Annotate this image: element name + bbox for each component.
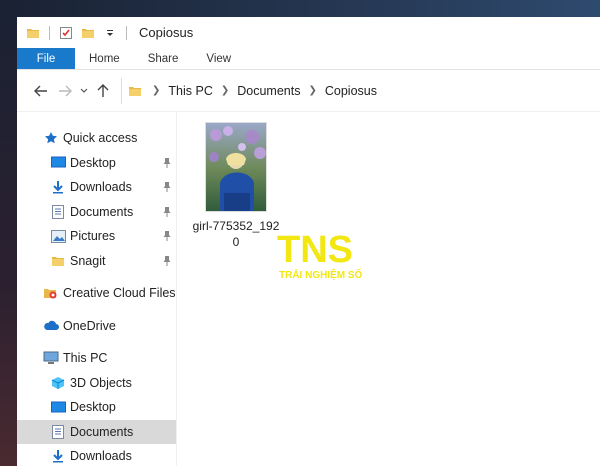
desktop-icon: [50, 399, 66, 415]
folder-icon[interactable]: [25, 25, 41, 41]
image-thumbnail: [205, 122, 267, 212]
sidebar-item-desktop[interactable]: Desktop: [17, 151, 176, 176]
folder-icon: [50, 253, 66, 269]
download-icon: [50, 179, 66, 195]
breadcrumb-copiosus[interactable]: Copiosus: [323, 84, 379, 98]
sidebar-item-pictures[interactable]: Pictures: [17, 224, 176, 249]
creative-cloud-folder-icon: [43, 285, 59, 301]
sidebar-item-this-pc[interactable]: This PC: [17, 346, 176, 371]
arrow-up-icon: [97, 83, 109, 97]
tab-home[interactable]: Home: [75, 48, 134, 69]
navigation-pane: Quick access Desktop Downloads Documents…: [17, 112, 177, 466]
computer-icon: [43, 350, 59, 366]
breadcrumb-this-pc[interactable]: This PC: [166, 84, 214, 98]
pin-icon[interactable]: [162, 206, 172, 218]
address-bar: ❯ This PC ❯ Documents ❯ Copiosus: [17, 70, 600, 112]
properties-icon[interactable]: [58, 25, 74, 41]
sidebar-item-label: This PC: [63, 351, 108, 366]
document-icon: [50, 424, 66, 440]
address-field[interactable]: ❯ This PC ❯ Documents ❯ Copiosus: [121, 77, 600, 104]
breadcrumb-chevron[interactable]: ❯: [215, 85, 235, 96]
pictures-icon: [50, 228, 66, 244]
sidebar-item-snagit[interactable]: Snagit: [17, 249, 176, 274]
title-separator: [49, 25, 50, 40]
title-bar: Copiosus: [17, 17, 600, 48]
cube-icon: [50, 375, 66, 391]
sidebar-item-label: Pictures: [70, 229, 116, 244]
arrow-left-icon: [34, 85, 47, 96]
pin-icon[interactable]: [162, 230, 172, 242]
star-icon: [43, 130, 59, 146]
new-folder-icon[interactable]: [80, 25, 96, 41]
sidebar-item-downloads[interactable]: Downloads: [17, 175, 176, 200]
file-list-area[interactable]: girl-775352_1920 TNS TRẢI NGHIỆM SỐ: [177, 112, 600, 466]
sidebar-item-quick-access[interactable]: Quick access: [17, 126, 176, 151]
sidebar-item-label: Documents: [70, 424, 134, 439]
chevron-down-icon: [80, 88, 88, 93]
desktop-background-left: [0, 0, 17, 466]
file-name[interactable]: girl-775352_1920: [191, 218, 281, 250]
file-item[interactable]: girl-775352_1920: [191, 122, 281, 250]
sidebar-item-label: Creative Cloud Files: [63, 286, 176, 301]
sidebar-item-label: Snagit: [70, 253, 106, 268]
forward-button[interactable]: [53, 79, 77, 103]
desktop-background-top: [0, 0, 600, 17]
pin-icon[interactable]: [162, 255, 172, 267]
recent-locations-button[interactable]: [77, 79, 91, 103]
up-button[interactable]: [91, 79, 115, 103]
document-icon: [50, 204, 66, 220]
sidebar-item-desktop-pc[interactable]: Desktop: [17, 395, 176, 420]
watermark-logo: TNS TRẢI NGHIỆM SỐ: [275, 226, 375, 286]
breadcrumb-chevron[interactable]: ❯: [302, 85, 322, 96]
tab-view[interactable]: View: [192, 48, 245, 69]
download-icon: [50, 448, 66, 464]
sidebar-item-label: Desktop: [70, 400, 116, 415]
sidebar-item-documents-pc[interactable]: Documents: [17, 419, 176, 444]
title-separator-2: [126, 25, 127, 40]
pin-icon[interactable]: [162, 157, 172, 169]
watermark-tagline: TRẢI NGHIỆM SỐ: [279, 267, 363, 281]
cloud-icon: [43, 318, 59, 334]
sidebar-item-label: Downloads: [70, 180, 132, 195]
sidebar-item-label: Downloads: [70, 449, 132, 464]
sidebar-item-creative-cloud[interactable]: Creative Cloud Files: [17, 281, 176, 306]
sidebar-item-downloads-pc[interactable]: Downloads: [17, 444, 176, 466]
sidebar-item-label: Desktop: [70, 155, 116, 170]
sidebar-item-documents[interactable]: Documents: [17, 200, 176, 225]
sidebar-item-onedrive[interactable]: OneDrive: [17, 314, 176, 339]
file-explorer-window: Copiosus File Home Share View ❯ This PC …: [17, 17, 600, 466]
sidebar-item-label: Documents: [70, 204, 134, 219]
pin-icon[interactable]: [162, 181, 172, 193]
tab-file[interactable]: File: [17, 48, 75, 69]
breadcrumb-chevron[interactable]: ❯: [146, 85, 166, 96]
explorer-body: Quick access Desktop Downloads Documents…: [17, 112, 600, 466]
folder-icon: [128, 84, 142, 98]
sidebar-item-3d-objects[interactable]: 3D Objects: [17, 371, 176, 396]
tab-share[interactable]: Share: [134, 48, 193, 69]
customize-quick-access-icon[interactable]: [102, 25, 118, 41]
back-button[interactable]: [29, 79, 53, 103]
sidebar-item-label: 3D Objects: [70, 375, 132, 390]
sidebar-item-label: Quick access: [63, 131, 138, 146]
arrow-right-icon: [59, 85, 72, 96]
sidebar-item-label: OneDrive: [63, 318, 116, 333]
breadcrumb-documents[interactable]: Documents: [235, 84, 302, 98]
watermark-logo-text: TNS: [277, 229, 353, 271]
window-title: Copiosus: [139, 25, 194, 40]
ribbon-tabs: File Home Share View: [17, 48, 600, 70]
desktop-icon: [50, 155, 66, 171]
